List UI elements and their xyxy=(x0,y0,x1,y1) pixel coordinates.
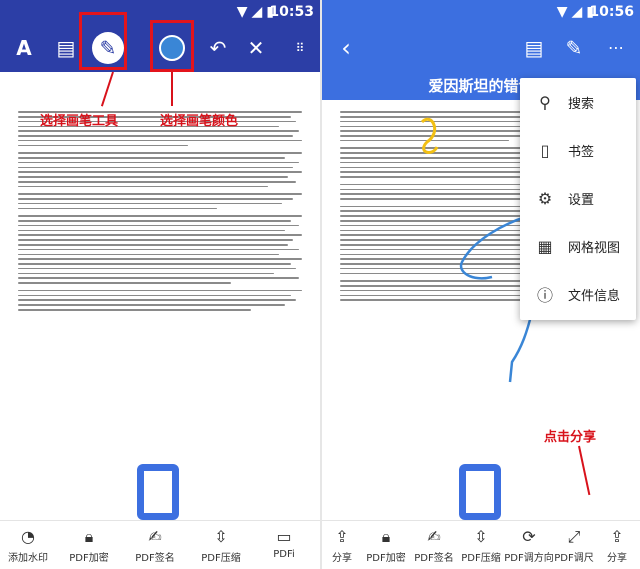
page-thumbnail[interactable] xyxy=(137,464,179,520)
page-thumbnail[interactable] xyxy=(459,464,501,520)
undo-icon[interactable]: ↶ xyxy=(204,34,232,62)
pdf-encrypt-button[interactable]: 🔒︎ PDF加密 xyxy=(362,521,410,569)
chevron-left-icon[interactable]: ‹ xyxy=(332,34,360,62)
letter-a-icon[interactable]: A xyxy=(10,34,38,62)
drag-dots-icon[interactable]: ⠿ xyxy=(286,34,314,62)
pdf-compress-button[interactable]: ⇳ PDF压缩 xyxy=(188,521,254,569)
pdf-sign-button[interactable]: ✍︎ PDF签名 xyxy=(122,521,188,569)
wifi-icon: ▼ xyxy=(556,4,568,20)
annotation-select-pen-color: 选择画笔颜色 xyxy=(160,114,239,129)
bottom-tool-bar: ⇪ 分享 🔒︎ PDF加密 ✍︎ PDF签名 ⇳ PDF压缩 ⟳ PDF调方向 ⤢ PDF调… xyxy=(322,520,640,569)
pdf-rotate-button[interactable]: ⟳ PDF调方向 xyxy=(504,521,554,569)
bottom-tool-bar: ◔ 添加水印 🔒︎ PDF加密 ✍︎ PDF签名 ⇳ PDF压缩 ▭ PDFi xyxy=(0,520,320,569)
thumbnail-page xyxy=(466,471,494,513)
lock-icon: 🔒︎ xyxy=(84,527,94,546)
search-icon: ⚲ xyxy=(539,92,551,112)
pdf-icon: ▭ xyxy=(276,527,292,546)
signal-icon: ◢ xyxy=(251,4,263,20)
annotation-select-pen-tool: 选择画笔工具 xyxy=(40,114,119,129)
menu-item-grid-view[interactable]: ▦ 网格视图 xyxy=(520,222,636,270)
annotation-click-share: 点击分享 xyxy=(544,430,597,445)
bookmark-icon: ▯ xyxy=(540,140,550,160)
status-time: 10:56 xyxy=(589,4,634,20)
grid-icon: ▦ xyxy=(537,236,553,256)
pdf-sign-button[interactable]: ✍︎ PDF签名 xyxy=(410,521,458,569)
pdf-compress-button[interactable]: ⇳ PDF压缩 xyxy=(458,521,504,569)
share-icon: ⇪ xyxy=(610,527,624,546)
menu-item-bookmark[interactable]: ▯ 书签 xyxy=(520,126,636,174)
share-button[interactable]: ⇪ 分享 xyxy=(594,521,640,569)
rotate-icon: ⟳ xyxy=(522,527,536,546)
edit-note-icon[interactable]: ▤ xyxy=(520,34,548,62)
status-icons: ▼ ◢ ▮ xyxy=(237,4,274,20)
status-bar: ▼ ◢ ▮ 10:56 xyxy=(322,0,640,24)
gear-icon: ⚙ xyxy=(537,188,553,208)
share-button-left[interactable]: ⇪ 分享 xyxy=(322,521,362,569)
blue-stroke-2 xyxy=(508,311,534,383)
left-screen: ▼ ◢ ▮ 10:53 A ▤ ✎ ↶ ✕ ⠿ 选择画笔工具 选择画笔颜色 ◔ … xyxy=(0,0,320,569)
thumbnail-page xyxy=(144,471,172,513)
watermark-icon: ◔ xyxy=(21,527,35,546)
lock-icon: 🔒︎ xyxy=(381,527,391,546)
wifi-icon: ▼ xyxy=(236,4,248,20)
viewer-toolbar: ‹ ▤ ✎ ⋯ xyxy=(322,24,640,72)
doc-title: 爱因斯坦的错误 xyxy=(428,77,534,95)
menu-item-search[interactable]: ⚲ 搜索 xyxy=(520,78,636,126)
signature-icon: ✍︎ xyxy=(148,527,162,546)
yellow-stroke xyxy=(420,118,439,154)
pen-tool-highlight xyxy=(79,12,127,70)
note-icon[interactable]: ▤ xyxy=(52,34,80,62)
status-time: 10:53 xyxy=(269,4,314,20)
share-icon: ⇪ xyxy=(335,527,349,546)
menu-item-settings[interactable]: ⚙ 设置 xyxy=(520,174,636,222)
document-page xyxy=(0,72,320,521)
status-icons: ▼ ◢ ▮ xyxy=(557,4,594,20)
color-tool-highlight xyxy=(150,20,194,72)
info-icon: ⓘ xyxy=(536,286,553,305)
pdf-resize-button[interactable]: ⤢ PDF调尺 xyxy=(554,521,594,569)
more-horizontal-icon[interactable]: ⋯ xyxy=(602,34,630,62)
close-icon[interactable]: ✕ xyxy=(242,34,270,62)
pdf-more-button[interactable]: ▭ PDFi xyxy=(254,521,314,569)
right-screen: ▼ ◢ ▮ 10:56 ‹ ▤ ✎ ⋯ 爱因斯坦的错误 ⚲ 搜索 ▯ 书签 ⚙ … xyxy=(322,0,640,569)
menu-item-file-info[interactable]: ⓘ 文件信息 xyxy=(520,270,636,318)
compress-icon: ⇳ xyxy=(474,527,488,546)
watermark-button[interactable]: ◔ 添加水印 xyxy=(0,521,56,569)
signal-icon: ◢ xyxy=(571,4,583,20)
page-text-block xyxy=(18,108,302,317)
arrow-to-color-tool xyxy=(171,72,173,106)
compress-icon: ⇳ xyxy=(214,527,228,546)
overflow-menu: ⚲ 搜索 ▯ 书签 ⚙ 设置 ▦ 网格视图 ⓘ 文件信息 xyxy=(520,78,636,320)
signature-icon: ✍︎ xyxy=(427,527,441,546)
pdf-encrypt-button[interactable]: 🔒︎ PDF加密 xyxy=(56,521,122,569)
resize-icon: ⤢ xyxy=(567,527,581,546)
pen-icon[interactable]: ✎ xyxy=(560,34,588,62)
